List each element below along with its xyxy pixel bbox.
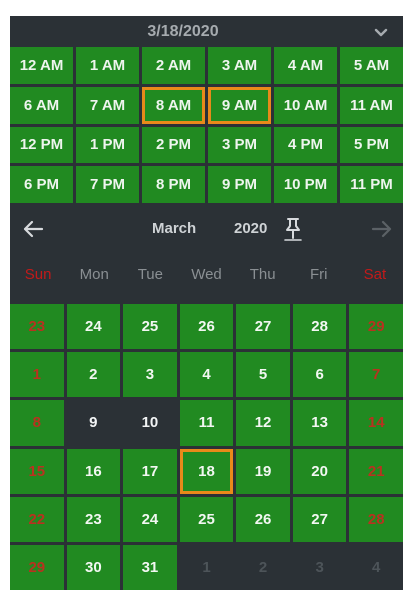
day-cell[interactable]: 26 xyxy=(236,496,290,542)
day-cell[interactable]: 25 xyxy=(123,304,177,350)
weekday-label: Tue xyxy=(137,265,163,283)
hour-button[interactable]: 5 PM xyxy=(340,126,403,164)
hour-button[interactable]: 12 AM xyxy=(10,47,73,84)
month-nav: March 2020 xyxy=(10,206,403,252)
year-label[interactable]: 2020 xyxy=(234,206,267,252)
day-cell[interactable]: 10 xyxy=(123,400,177,446)
day-cell-selected[interactable]: 18 xyxy=(179,448,234,494)
hour-button[interactable]: 2 AM xyxy=(142,47,205,84)
hour-button[interactable]: 8 PM xyxy=(142,166,205,203)
hour-button[interactable]: 2 PM xyxy=(142,126,205,164)
day-grid: 23 24 25 26 27 28 29 1 2 3 4 5 6 7 8 9 10 11 12 13 14 15 16 17 1… xyxy=(10,304,403,590)
hour-button[interactable]: 9 PM xyxy=(208,166,271,203)
day-cell[interactable]: 20 xyxy=(292,448,347,494)
hour-button[interactable]: 1 AM xyxy=(76,47,139,84)
day-cell[interactable]: 30 xyxy=(66,544,121,590)
hour-button[interactable]: 6 AM xyxy=(10,86,73,124)
arrow-left-icon[interactable] xyxy=(22,219,44,239)
day-cell[interactable]: 12 xyxy=(236,400,290,446)
day-cell[interactable]: 31 xyxy=(123,544,177,590)
day-cell[interactable]: 24 xyxy=(123,496,177,542)
day-cell[interactable]: 27 xyxy=(292,496,347,542)
weekday-label: Sat xyxy=(363,265,387,283)
weekday-label: Wed xyxy=(191,265,222,283)
day-cell[interactable]: 16 xyxy=(66,448,121,494)
picker-header[interactable]: 3/18/2020 xyxy=(10,16,403,47)
day-cell[interactable]: 25 xyxy=(179,496,234,542)
arrow-right-icon[interactable] xyxy=(371,219,393,239)
day-cell[interactable]: 1 xyxy=(179,544,234,590)
hour-button[interactable]: 10 PM xyxy=(274,166,337,203)
day-cell[interactable]: 15 xyxy=(10,448,64,494)
selected-date: 3/18/2020 xyxy=(147,23,219,40)
hour-button[interactable]: 4 PM xyxy=(274,126,337,164)
month-label[interactable]: March xyxy=(152,206,196,252)
hour-button[interactable]: 4 AM xyxy=(274,47,337,84)
hour-button[interactable]: 3 PM xyxy=(208,126,271,164)
day-cell[interactable]: 1 xyxy=(10,352,64,398)
day-cell[interactable]: 9 xyxy=(66,400,121,446)
day-cell[interactable]: 4 xyxy=(179,352,234,398)
day-cell[interactable]: 29 xyxy=(349,304,403,350)
weekday-label: Mon xyxy=(79,265,109,283)
weekday-header: Sun Mon Tue Wed Thu Fri Sat xyxy=(10,252,403,296)
hour-button[interactable]: 11 PM xyxy=(340,166,403,203)
day-cell[interactable]: 11 xyxy=(179,400,234,446)
day-cell[interactable]: 28 xyxy=(349,496,403,542)
day-cell[interactable]: 23 xyxy=(66,496,121,542)
hour-button[interactable]: 12 PM xyxy=(10,126,73,164)
chevron-down-icon[interactable] xyxy=(373,24,389,40)
day-cell[interactable]: 28 xyxy=(292,304,347,350)
day-cell[interactable]: 2 xyxy=(236,544,290,590)
hour-button[interactable]: 7 AM xyxy=(76,86,139,124)
hour-button[interactable]: 9 AM xyxy=(208,86,271,124)
day-cell[interactable]: 29 xyxy=(10,544,64,590)
hour-button[interactable]: 6 PM xyxy=(10,166,73,203)
day-cell[interactable]: 13 xyxy=(292,400,347,446)
hour-button[interactable]: 11 AM xyxy=(340,86,403,124)
day-cell[interactable]: 23 xyxy=(10,304,64,350)
day-cell[interactable]: 27 xyxy=(236,304,290,350)
hour-grid: 12 AM 1 AM 2 AM 3 AM 4 AM 5 AM 6 AM 7 AM 8 AM 9 A… xyxy=(10,47,403,203)
day-cell[interactable]: 21 xyxy=(349,448,403,494)
day-cell[interactable]: 26 xyxy=(179,304,234,350)
day-cell[interactable]: 3 xyxy=(123,352,177,398)
hour-button[interactable]: 5 AM xyxy=(340,47,403,84)
hour-button[interactable]: 3 AM xyxy=(208,47,271,84)
hour-button[interactable]: 10 AM xyxy=(274,86,337,124)
day-cell[interactable]: 22 xyxy=(10,496,64,542)
day-cell[interactable]: 14 xyxy=(349,400,403,446)
day-cell[interactable]: 17 xyxy=(123,448,177,494)
hour-button[interactable]: 7 PM xyxy=(76,166,139,203)
day-cell[interactable]: 24 xyxy=(66,304,121,350)
hour-button[interactable]: 1 PM xyxy=(76,126,139,164)
weekday-label: Thu xyxy=(249,265,276,283)
day-cell[interactable]: 19 xyxy=(236,448,290,494)
day-cell[interactable]: 2 xyxy=(66,352,121,398)
day-cell[interactable]: 4 xyxy=(349,544,403,590)
day-cell[interactable]: 5 xyxy=(236,352,290,398)
date-time-picker: 3/18/2020 12 AM 1 AM 2 AM 3 AM 4 AM 5 AM 6 AM 7… xyxy=(10,16,403,590)
day-cell[interactable]: 7 xyxy=(349,352,403,398)
hour-button[interactable]: 8 AM xyxy=(142,86,205,124)
day-cell[interactable]: 3 xyxy=(292,544,347,590)
pin-icon[interactable] xyxy=(282,216,304,242)
day-cell[interactable]: 8 xyxy=(10,400,64,446)
weekday-label: Fri xyxy=(310,265,328,283)
day-cell[interactable]: 6 xyxy=(292,352,347,398)
weekday-label: Sun xyxy=(24,265,52,283)
